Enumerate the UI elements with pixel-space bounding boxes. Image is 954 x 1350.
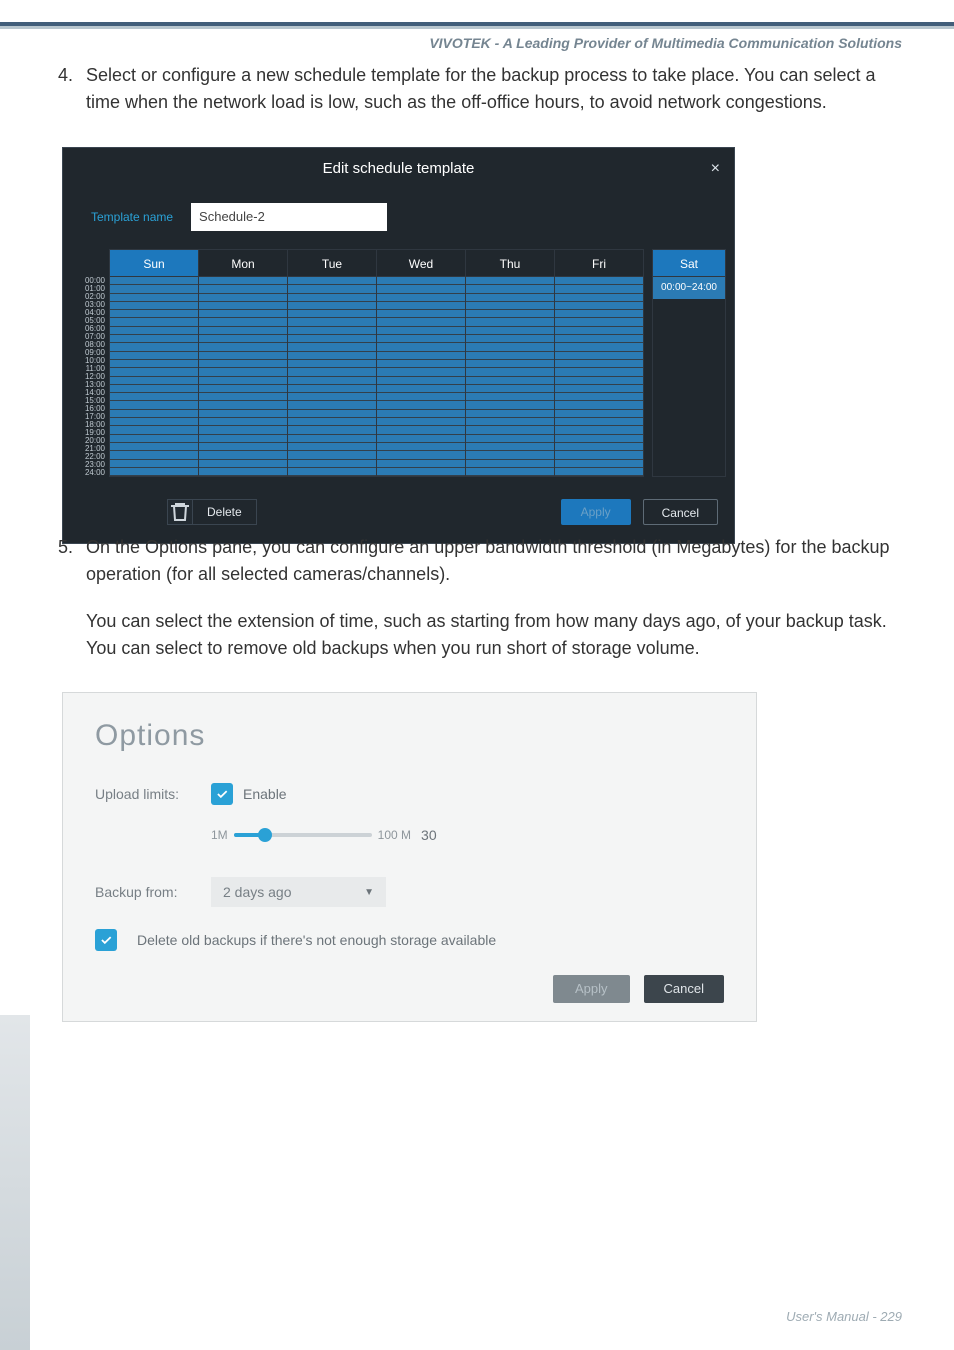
template-name-input[interactable]: Schedule-2: [191, 203, 387, 231]
footer-text: User's Manual - 229: [786, 1309, 902, 1324]
backup-from-select[interactable]: 2 days ago ▼: [211, 877, 386, 907]
enable-upload-checkbox[interactable]: [211, 783, 233, 805]
sat-range-item[interactable]: 00:00~24:00: [653, 277, 725, 299]
dialog-title-text: Edit schedule template: [323, 160, 475, 177]
day-head-fri[interactable]: Fri: [555, 249, 644, 277]
backup-from-label: Backup from:: [95, 884, 211, 900]
day-header-row: Sun Mon Tue Wed Thu Fri: [109, 249, 644, 277]
upload-limits-label: Upload limits:: [95, 786, 211, 802]
step-5-p1: On the Options pane, you can configure a…: [86, 534, 896, 588]
left-margin-stripe: [0, 1015, 30, 1350]
enable-label: Enable: [243, 786, 287, 802]
apply-button[interactable]: Apply: [561, 499, 631, 525]
header-text: VIVOTEK - A Leading Provider of Multimed…: [429, 35, 902, 51]
check-icon: [215, 787, 229, 801]
step-5-p2: You can select the extension of time, su…: [86, 608, 896, 662]
template-name-label: Template name: [91, 210, 173, 224]
delete-button[interactable]: Delete: [192, 499, 257, 525]
slider-value: 30: [421, 827, 437, 843]
edit-schedule-dialog: Edit schedule template × Template name S…: [62, 147, 735, 544]
step-5: 5. On the Options pane, you can configur…: [58, 534, 896, 682]
step-4-num: 4.: [58, 62, 80, 89]
day-head-thu[interactable]: Thu: [466, 249, 555, 277]
day-head-mon[interactable]: Mon: [199, 249, 288, 277]
day-head-wed[interactable]: Wed: [377, 249, 466, 277]
upload-limit-slider[interactable]: [234, 833, 372, 837]
delete-old-label: Delete old backups if there's not enough…: [137, 932, 496, 948]
options-title: Options: [95, 719, 724, 753]
sat-range-list: 00:00~24:00: [652, 277, 726, 477]
cancel-button[interactable]: Cancel: [643, 499, 718, 525]
day-head-tue[interactable]: Tue: [288, 249, 377, 277]
chevron-down-icon: ▼: [364, 887, 374, 898]
dialog-title: Edit schedule template ×: [63, 148, 734, 189]
hour-axis: 00:00 01:00 02:00 03:00 04:00 05:00 06:0…: [71, 249, 109, 477]
backup-from-value: 2 days ago: [223, 884, 292, 900]
step-4: 4. Select or configure a new schedule te…: [58, 62, 896, 116]
header-rule: [0, 22, 954, 29]
slider-min-label: 1M: [211, 828, 228, 842]
day-head-sat[interactable]: Sat: [652, 249, 726, 277]
close-icon[interactable]: ×: [711, 160, 720, 178]
slider-max-label: 100 M: [378, 828, 411, 842]
day-head-sun[interactable]: Sun: [109, 249, 199, 277]
delete-old-checkbox[interactable]: [95, 929, 117, 951]
options-apply-button[interactable]: Apply: [553, 975, 630, 1003]
slider-knob[interactable]: [258, 828, 272, 842]
trash-icon[interactable]: [167, 499, 193, 525]
step-5-num: 5.: [58, 534, 80, 561]
schedule-grid[interactable]: [109, 277, 644, 477]
options-cancel-button[interactable]: Cancel: [644, 975, 724, 1003]
check-icon: [99, 933, 113, 947]
options-panel: Options Upload limits: Enable 1M 100 M 3…: [62, 692, 757, 1022]
step-4-text: Select or configure a new schedule templ…: [86, 62, 896, 116]
